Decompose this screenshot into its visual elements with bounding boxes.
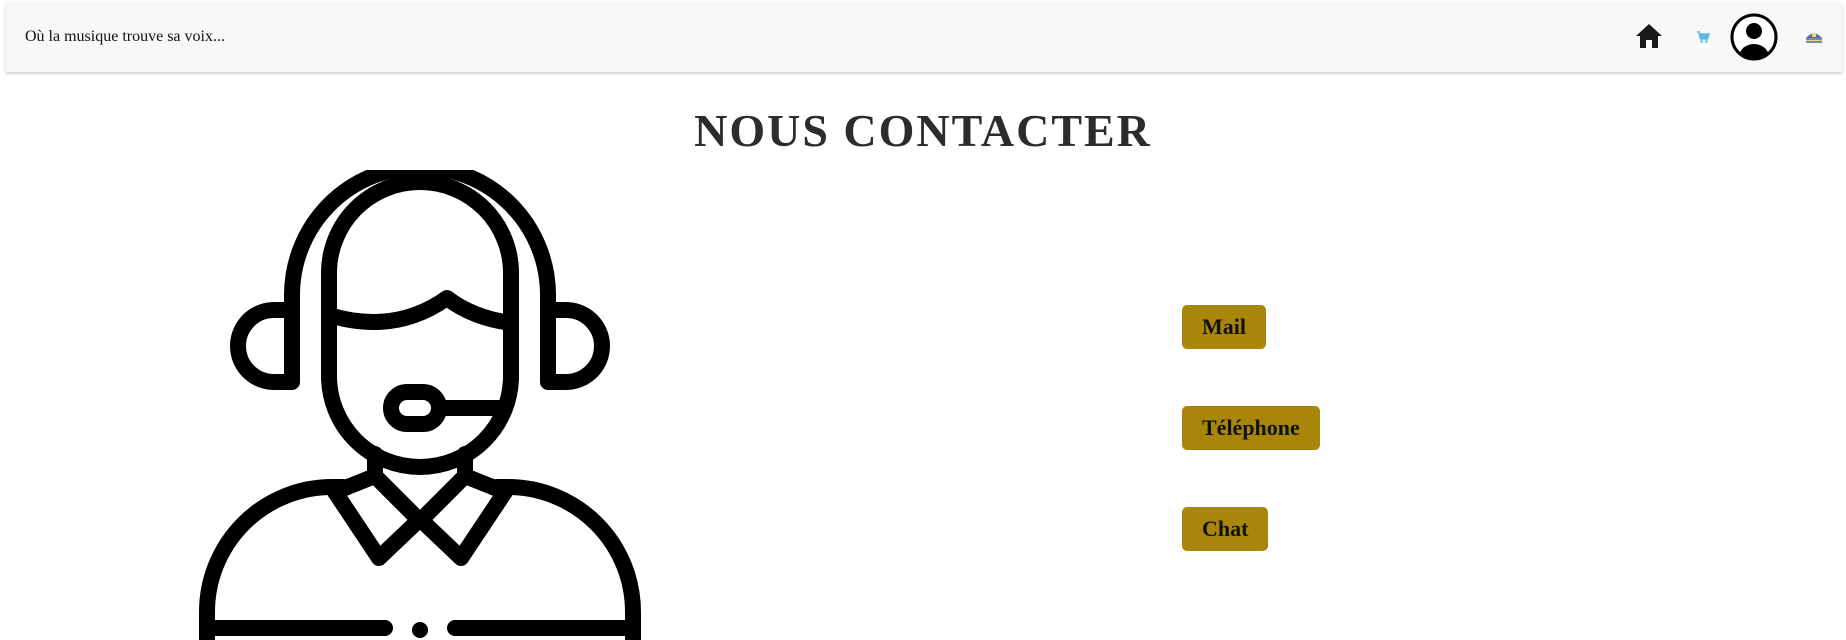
site-tagline: Où la musique trouve sa voix... [25,28,225,45]
user-profile-icon[interactable] [1729,12,1779,62]
phone-button[interactable]: Téléphone [1182,406,1320,450]
home-icon[interactable] [1635,23,1663,49]
language-flag-icon[interactable] [1803,25,1825,47]
mail-button[interactable]: Mail [1182,305,1266,349]
navbar: Où la musique trouve sa voix... [6,2,1842,72]
customer-support-headset-icon [199,170,641,640]
chat-button[interactable]: Chat [1182,507,1269,551]
page-title: NOUS CONTACTER [694,105,1152,156]
cart-icon[interactable] [1696,30,1711,44]
